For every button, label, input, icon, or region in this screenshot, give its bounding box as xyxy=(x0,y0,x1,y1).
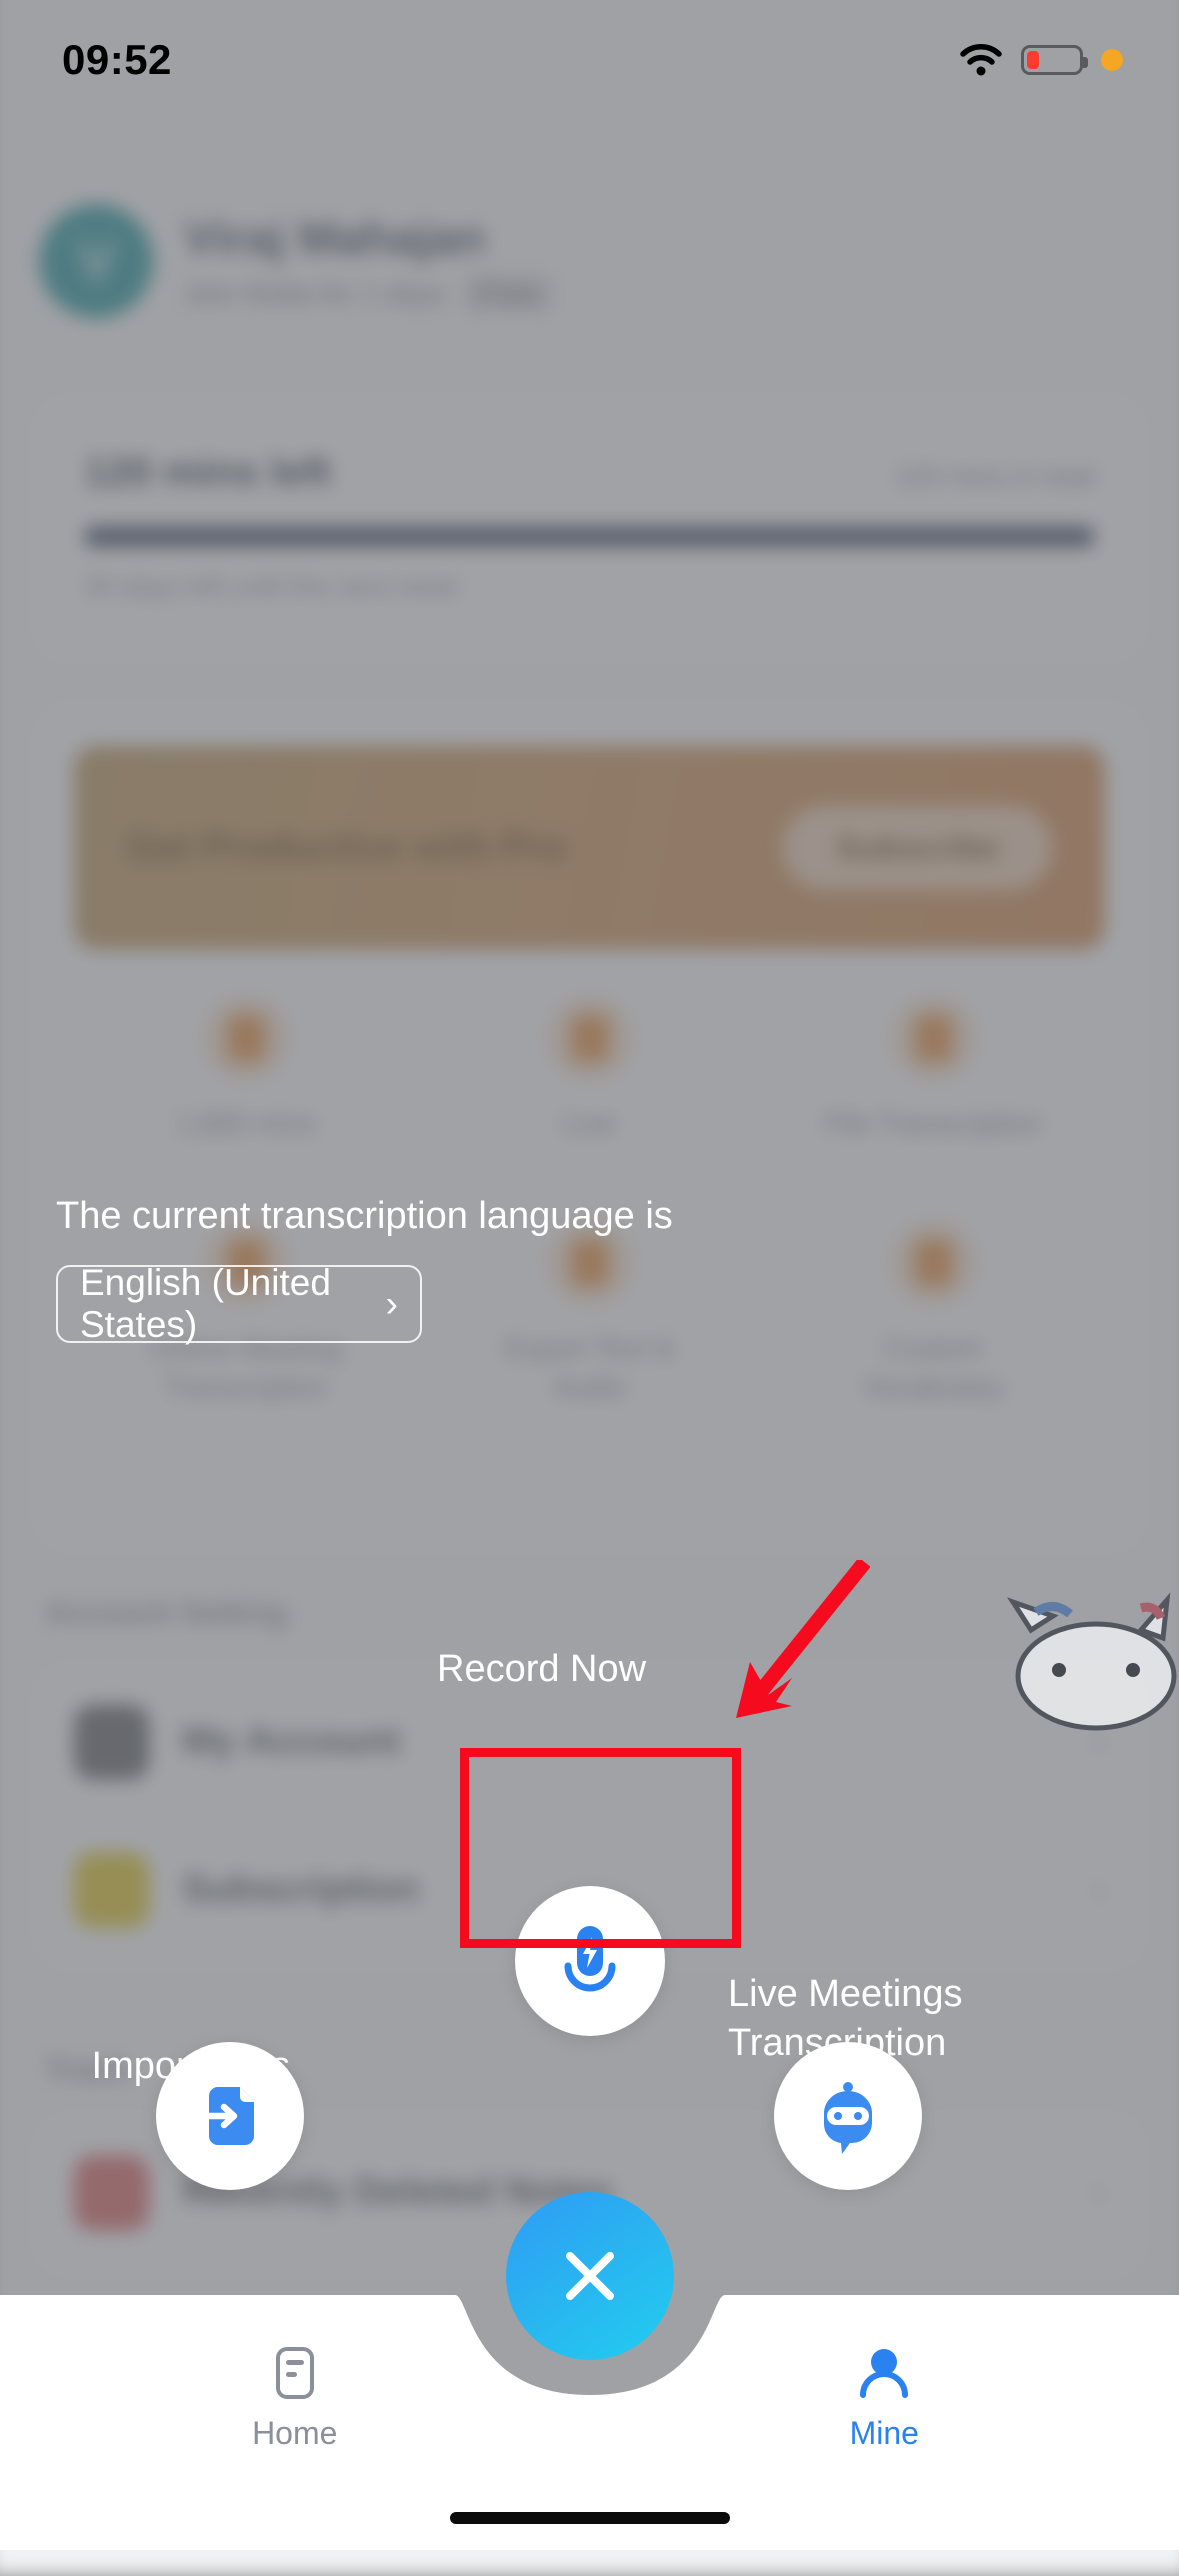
chevron-right-icon: › xyxy=(386,1283,398,1325)
language-value: English (United States) xyxy=(80,1262,386,1346)
status-bar-clock: 09:52 xyxy=(62,36,172,84)
close-x-icon xyxy=(554,2240,626,2312)
annotation-highlight-box xyxy=(460,1748,741,1948)
language-prompt-title: The current transcription language is xyxy=(56,1195,673,1238)
live-meetings-label-line1: Live Meetings xyxy=(728,1970,962,2019)
live-meetings-button[interactable] xyxy=(774,2042,922,2190)
orange-status-dot xyxy=(1101,49,1123,71)
transcription-language-block: The current transcription language is En… xyxy=(56,1195,673,1343)
record-action-sheet: The current transcription language is En… xyxy=(0,0,1179,2550)
file-import-icon xyxy=(192,2078,268,2154)
status-bar: 09:52 xyxy=(0,0,1179,120)
bot-chat-icon xyxy=(808,2077,888,2155)
close-sheet-button[interactable] xyxy=(506,2192,674,2360)
record-now-label: Record Now xyxy=(437,1645,646,1694)
wifi-icon xyxy=(959,43,1003,77)
battery-low-icon xyxy=(1021,45,1083,75)
import-files-button[interactable] xyxy=(156,2042,304,2190)
red-arrow-icon xyxy=(710,1560,870,1750)
language-selector[interactable]: English (United States) › xyxy=(56,1265,422,1343)
